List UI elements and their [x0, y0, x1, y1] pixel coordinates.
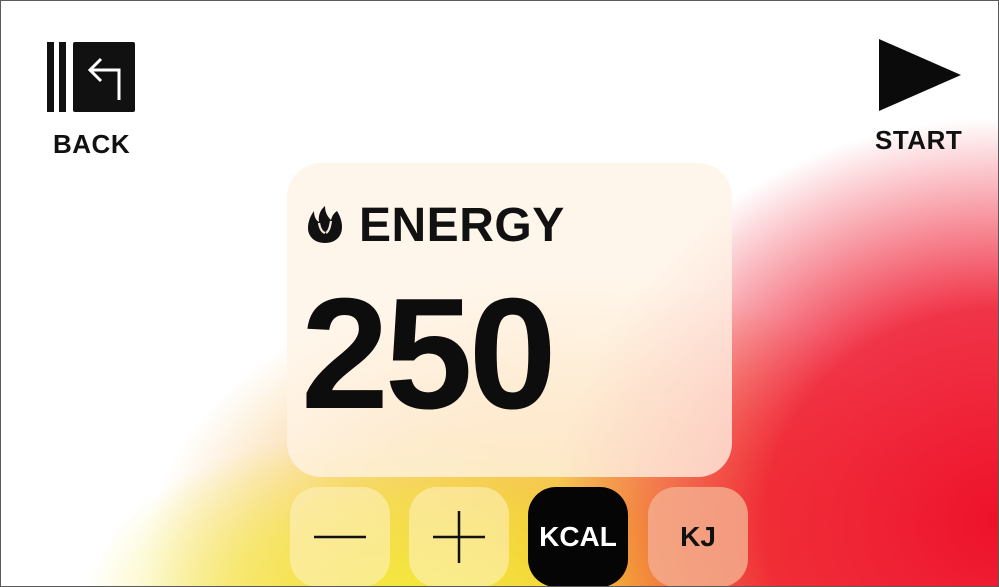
- start-button[interactable]: START: [861, 37, 981, 163]
- plus-icon: [433, 511, 485, 563]
- energy-header: ENERGY: [305, 197, 565, 253]
- decrement-button[interactable]: [290, 487, 390, 586]
- minus-icon: [314, 535, 366, 539]
- back-exit-icon: [47, 42, 135, 112]
- start-label: START: [875, 125, 963, 155]
- back-label: BACK: [53, 129, 131, 159]
- unit-kj-label: KJ: [680, 521, 716, 552]
- increment-button[interactable]: [409, 487, 509, 586]
- unit-kcal-button[interactable]: KCAL: [528, 487, 628, 586]
- energy-value: 250: [301, 266, 557, 442]
- unit-kcal-label: KCAL: [539, 521, 617, 552]
- back-button[interactable]: BACK: [41, 37, 141, 163]
- energy-goal-screen: BACK START ENERGY 250 KCAL KJ: [0, 0, 999, 587]
- energy-title: ENERGY: [359, 198, 565, 252]
- flame-icon: [308, 206, 342, 243]
- unit-kj-button[interactable]: KJ: [648, 487, 748, 586]
- play-icon: [879, 39, 961, 111]
- energy-card: ENERGY 250: [287, 163, 732, 477]
